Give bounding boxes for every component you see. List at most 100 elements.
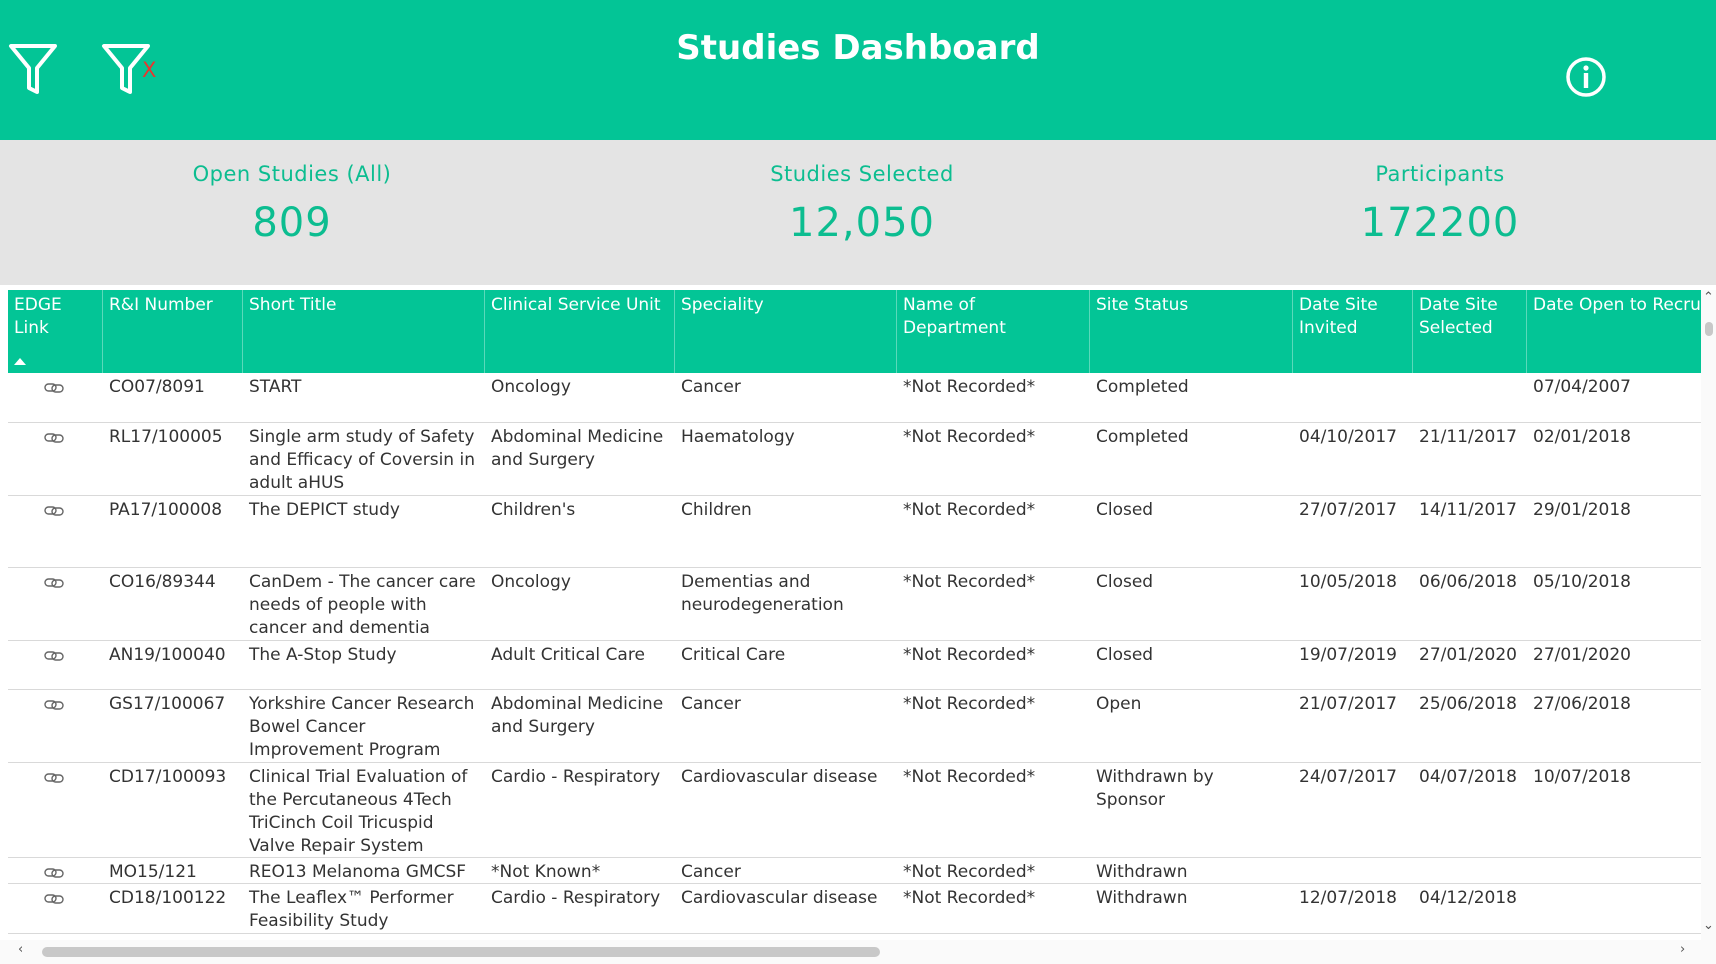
kpi-label: Participants xyxy=(1375,162,1505,186)
short-title-cell: START xyxy=(249,377,302,397)
table-header: EDGE Link R&I Number Short Title Clinica… xyxy=(8,290,1701,373)
column-header-short-title[interactable]: Short Title xyxy=(243,290,485,373)
department-cell: *Not Recorded* xyxy=(903,377,1036,397)
speciality-cell: Dementias and neurodegeneration xyxy=(681,572,844,615)
date-selected-cell: 25/06/2018 xyxy=(1419,694,1517,714)
date-open-cell: 02/01/2018 xyxy=(1533,427,1631,447)
site-status-cell: Open xyxy=(1096,694,1142,714)
vertical-scrollbar[interactable]: ⌃ ⌄ xyxy=(1701,290,1716,942)
date-open-cell: 27/06/2018 xyxy=(1533,694,1631,714)
scroll-left-icon[interactable]: ‹ xyxy=(18,942,23,957)
speciality-cell: Critical Care xyxy=(681,645,786,665)
column-header-date-open[interactable]: Date Open to Recruitment xyxy=(1527,290,1701,373)
date-invited-cell: 24/07/2017 xyxy=(1299,767,1397,787)
table-row[interactable]: CD18/100122 The Leaflex™ Performer Feasib… xyxy=(8,884,1701,934)
short-title-cell: Yorkshire Cancer Research Bowel Cancer I… xyxy=(249,694,475,760)
date-selected-cell: 04/07/2018 xyxy=(1419,767,1517,787)
ri-number-cell: AN19/100040 xyxy=(109,645,226,665)
link-icon[interactable] xyxy=(44,574,64,593)
date-open-cell: 27/01/2020 xyxy=(1533,645,1631,665)
ri-number-cell: GS17/100067 xyxy=(109,694,226,714)
clinical-service-unit-cell: Oncology xyxy=(491,377,571,397)
date-open-cell: 05/10/2018 xyxy=(1533,572,1631,592)
column-header-date-site-selected[interactable]: Date Site Selected xyxy=(1413,290,1527,373)
info-icon[interactable] xyxy=(1565,56,1607,102)
short-title-cell: Single arm study of Safety and Efficacy … xyxy=(249,427,475,493)
link-icon[interactable] xyxy=(44,769,64,788)
date-selected-cell: 27/01/2020 xyxy=(1419,645,1517,665)
short-title-cell: REO13 Melanoma GMCSF xyxy=(249,862,467,882)
date-invited-cell: 19/07/2019 xyxy=(1299,645,1397,665)
department-cell: *Not Recorded* xyxy=(903,572,1036,592)
table-row[interactable]: MO15/121 REO13 Melanoma GMCSF *Not Known* C… xyxy=(8,858,1701,884)
kpi-participants: Participants 172200 xyxy=(1290,162,1590,246)
scroll-down-icon[interactable]: ⌄ xyxy=(1703,918,1714,933)
table-row[interactable]: RL17/100005 Single arm study of Safety an… xyxy=(8,423,1701,496)
column-header-edge-link[interactable]: EDGE Link xyxy=(8,290,103,373)
column-header-speciality[interactable]: Speciality xyxy=(675,290,897,373)
ri-number-cell: CO07/8091 xyxy=(109,377,205,397)
table-row[interactable]: CO07/8091 START Oncology Cancer *Not Recorde… xyxy=(8,373,1701,423)
ri-number-cell: RL17/100005 xyxy=(109,427,223,447)
link-icon[interactable] xyxy=(44,379,64,398)
column-header-clinical-service-unit[interactable]: Clinical Service Unit xyxy=(485,290,675,373)
speciality-cell: Cancer xyxy=(681,377,741,397)
department-cell: *Not Recorded* xyxy=(903,767,1036,787)
column-header-ri-number[interactable]: R&I Number xyxy=(103,290,243,373)
date-open-cell: 29/01/2018 xyxy=(1533,500,1631,520)
clinical-service-unit-cell: Abdominal Medicine and Surgery xyxy=(491,694,664,737)
link-icon[interactable] xyxy=(44,864,64,883)
department-cell: *Not Recorded* xyxy=(903,862,1036,882)
column-header-department[interactable]: Name of Department xyxy=(897,290,1090,373)
horizontal-scrollbar[interactable]: ‹ › xyxy=(0,940,1716,964)
speciality-cell: Haematology xyxy=(681,427,795,447)
site-status-cell: Withdrawn xyxy=(1096,888,1188,908)
site-status-cell: Closed xyxy=(1096,500,1154,520)
ri-number-cell: PA17/100008 xyxy=(109,500,223,520)
scroll-up-icon[interactable]: ⌃ xyxy=(1703,290,1714,305)
short-title-cell: Clinical Trial Evaluation of the Percuta… xyxy=(249,767,468,856)
date-selected-cell: 14/11/2017 xyxy=(1419,500,1517,520)
horizontal-scroll-thumb[interactable] xyxy=(42,947,880,957)
table-row[interactable]: AN19/100040 The A-Stop Study Adult Critica… xyxy=(8,641,1701,690)
link-icon[interactable] xyxy=(44,647,64,666)
speciality-cell: Cancer xyxy=(681,694,741,714)
short-title-cell: CanDem - The cancer care needs of people… xyxy=(249,572,476,638)
clinical-service-unit-cell: *Not Known* xyxy=(491,862,601,882)
date-invited-cell: 10/05/2018 xyxy=(1299,572,1397,592)
link-icon[interactable] xyxy=(44,502,64,521)
clinical-service-unit-cell: Abdominal Medicine and Surgery xyxy=(491,427,664,470)
ri-number-cell: CD17/100093 xyxy=(109,767,227,787)
date-invited-cell: 27/07/2017 xyxy=(1299,500,1397,520)
kpi-open-studies: Open Studies (All) 809 xyxy=(142,162,442,246)
sort-ascending-icon[interactable] xyxy=(14,358,26,365)
link-icon[interactable] xyxy=(44,890,64,909)
short-title-cell: The Leaflex™ Performer Feasibility Study xyxy=(249,888,454,931)
column-header-label: EDGE Link xyxy=(14,295,62,338)
date-open-cell: 10/07/2018 xyxy=(1533,767,1631,787)
table-row[interactable]: PA17/100008 The DEPICT study Children's Chi… xyxy=(8,496,1701,568)
speciality-cell: Cardiovascular disease xyxy=(681,767,878,787)
column-header-site-status[interactable]: Site Status xyxy=(1090,290,1293,373)
table-row[interactable]: GS17/100067 Yorkshire Cancer Research Bow… xyxy=(8,690,1701,763)
ri-number-cell: CO16/89344 xyxy=(109,572,216,592)
kpi-value: 809 xyxy=(252,200,332,246)
column-header-date-site-invited[interactable]: Date Site Invited xyxy=(1293,290,1413,373)
studies-table: EDGE Link R&I Number Short Title Clinica… xyxy=(8,290,1701,942)
site-status-cell: Completed xyxy=(1096,427,1189,447)
kpi-value: 12,050 xyxy=(789,200,935,246)
vertical-scroll-thumb[interactable] xyxy=(1705,322,1713,336)
table-row[interactable]: CO16/89344 CanDem - The cancer care needs… xyxy=(8,568,1701,641)
site-status-cell: Closed xyxy=(1096,572,1154,592)
site-status-cell: Closed xyxy=(1096,645,1154,665)
clinical-service-unit-cell: Oncology xyxy=(491,572,571,592)
table-row[interactable]: CD17/100093 Clinical Trial Evaluation of … xyxy=(8,763,1701,858)
speciality-cell: Cardiovascular disease xyxy=(681,888,878,908)
scroll-right-icon[interactable]: › xyxy=(1680,942,1685,957)
date-selected-cell: 06/06/2018 xyxy=(1419,572,1517,592)
department-cell: *Not Recorded* xyxy=(903,888,1036,908)
department-cell: *Not Recorded* xyxy=(903,500,1036,520)
link-icon[interactable] xyxy=(44,429,64,448)
link-icon[interactable] xyxy=(44,696,64,715)
kpi-label: Studies Selected xyxy=(770,162,954,186)
